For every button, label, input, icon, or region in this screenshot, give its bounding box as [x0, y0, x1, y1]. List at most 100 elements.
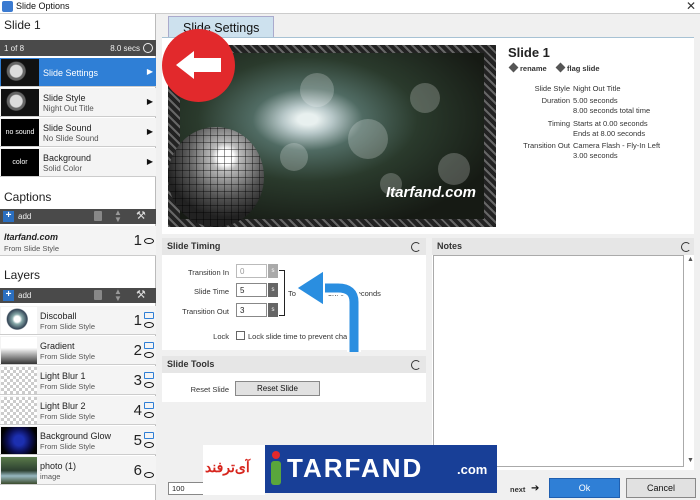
layer-name: Light Blur 2	[40, 401, 86, 411]
transition-out-label: Transition Out	[182, 307, 229, 316]
layer-item[interactable]: photo (1) image 6	[0, 456, 156, 485]
layer-thumbnail	[1, 337, 37, 364]
close-icon[interactable]: ✕	[686, 0, 696, 13]
slide-item-style[interactable]: Slide Style Night Out Title ▶	[0, 88, 156, 117]
info-value-line: Starts at 0.00 seconds	[573, 119, 648, 128]
layer-item[interactable]: Light Blur 2 From Slide Style 4	[0, 396, 156, 425]
add-layer-button[interactable]: add	[18, 291, 31, 300]
slide-time-unit[interactable]: s	[268, 283, 278, 297]
info-value-line: 5.00 seconds	[573, 96, 618, 105]
reorder-icon[interactable]: ▲ ▼	[114, 209, 122, 224]
slide-item-sub: Night Out Title	[43, 104, 94, 113]
caption-item[interactable]: Itarfand.com From Slide Style 1	[0, 226, 156, 256]
layer-thumbnail	[1, 457, 37, 484]
eye-icon[interactable]	[144, 382, 154, 388]
slide-item-settings[interactable]: Slide Settings ▶	[0, 58, 156, 87]
caption-number: 1	[133, 232, 142, 249]
ok-button[interactable]: Ok	[549, 478, 620, 498]
slide-heading: Slide 1	[4, 18, 41, 32]
chevron-right-icon: ▶	[146, 127, 153, 136]
layer-name: Discoball	[40, 311, 77, 321]
edit-icon[interactable]	[144, 372, 154, 379]
reorder-icon[interactable]: ▲ ▼	[114, 288, 122, 303]
eye-icon[interactable]	[144, 412, 154, 418]
info-value-line: Night Out Title	[573, 84, 621, 93]
slide-timing-header: Slide Timing	[162, 238, 426, 255]
left-panel: Slide 1 1 of 8 8.0 secs Slide Settings ▶…	[0, 14, 156, 500]
transition-out-unit[interactable]: s	[268, 303, 278, 317]
slide-timing-title: Slide Timing	[167, 241, 221, 251]
layer-thumbnail	[1, 427, 37, 454]
edit-icon[interactable]	[144, 342, 154, 349]
scroll-up-icon[interactable]: ▲	[687, 256, 694, 263]
reset-slide-button[interactable]: Reset Slide	[235, 381, 320, 396]
info-value: Night Out Title	[573, 84, 621, 94]
transition-in-input[interactable]: 0	[236, 264, 267, 278]
banner-persian-text: آی‌ترفند	[205, 459, 250, 475]
layer-thumbnail	[1, 367, 37, 394]
layer-item[interactable]: Background Glow From Slide Style 5	[0, 426, 156, 455]
trash-icon[interactable]	[94, 211, 102, 221]
slide-item-label: Background	[43, 153, 92, 163]
tools-icon[interactable]: ⚒	[136, 209, 146, 222]
eye-icon[interactable]	[144, 442, 154, 448]
next-arrow-icon[interactable]: ➔	[531, 483, 539, 494]
background-thumbnail: color	[1, 149, 39, 176]
flag-slide-link[interactable]: flag slide	[555, 62, 600, 73]
add-caption-button[interactable]: add	[18, 212, 31, 221]
transition-out-input[interactable]: 3	[236, 303, 267, 317]
add-caption-icon[interactable]: +	[3, 211, 14, 222]
lock-checkbox[interactable]	[236, 331, 245, 340]
captions-heading: Captions	[4, 190, 52, 204]
add-layer-icon[interactable]: +	[3, 290, 14, 301]
layer-item[interactable]: Gradient From Slide Style 2	[0, 336, 156, 365]
zoom-input[interactable]: 100	[168, 482, 204, 495]
layer-item[interactable]: Discoball From Slide Style 1	[0, 306, 156, 335]
layer-sub: From Slide Style	[40, 382, 96, 391]
refresh-icon[interactable]	[411, 242, 421, 252]
rename-link[interactable]: rename	[508, 62, 547, 73]
cancel-button[interactable]: Cancel	[626, 478, 696, 498]
slide-item-sub: No Slide Sound	[43, 134, 99, 143]
refresh-icon[interactable]	[681, 242, 691, 252]
caption-name: Itarfand.com	[4, 232, 59, 242]
layer-number: 4	[133, 402, 142, 419]
slide-item-label: Slide Sound	[43, 123, 92, 133]
refresh-icon[interactable]	[411, 360, 421, 370]
flag-label: flag slide	[567, 64, 600, 73]
layer-item[interactable]: Light Blur 1 From Slide Style 3	[0, 366, 156, 395]
slide-item-background[interactable]: color Background Solid Color ▶	[0, 148, 156, 177]
layer-sub: From Slide Style	[40, 412, 96, 421]
watermark-banner: آی‌ترفند TARFAND .com	[203, 445, 497, 495]
info-key: Timing	[547, 119, 570, 128]
notes-header: Notes	[432, 238, 694, 255]
slide-time-input[interactable]: 5	[236, 283, 267, 297]
eye-icon[interactable]	[144, 322, 154, 328]
edit-icon[interactable]	[144, 432, 154, 439]
notes-textarea[interactable]	[433, 255, 684, 467]
layers-toolbar: + add ▲ ▼ ⚒	[0, 288, 156, 303]
eye-icon[interactable]	[144, 238, 154, 244]
slide-duration: 8.0 secs	[110, 44, 140, 53]
back-arrow-stem	[193, 58, 221, 72]
captions-toolbar: + add ▲ ▼ ⚒	[0, 209, 156, 224]
info-value-line: Ends at 8.00 seconds	[573, 129, 646, 138]
transition-in-unit[interactable]: s	[268, 264, 278, 278]
logo-head	[272, 451, 280, 459]
layer-name: Background Glow	[40, 431, 112, 441]
layer-number: 3	[133, 372, 142, 389]
reset-slide-label: Reset Slide	[190, 385, 229, 394]
trash-icon[interactable]	[94, 290, 102, 300]
edit-icon[interactable]	[144, 402, 154, 409]
style-thumbnail	[1, 89, 39, 116]
layer-name: Gradient	[40, 341, 75, 351]
bokeh-light	[410, 83, 440, 113]
slide-item-sound[interactable]: no sound Slide Sound No Slide Sound ▶	[0, 118, 156, 147]
eye-icon[interactable]	[144, 472, 154, 478]
eye-icon[interactable]	[144, 352, 154, 358]
tools-icon[interactable]: ⚒	[136, 288, 146, 301]
chevron-right-icon: ▶	[146, 97, 153, 106]
edit-icon[interactable]	[144, 312, 154, 319]
next-button[interactable]: next	[510, 485, 525, 494]
scroll-down-icon[interactable]: ▼	[687, 457, 694, 464]
